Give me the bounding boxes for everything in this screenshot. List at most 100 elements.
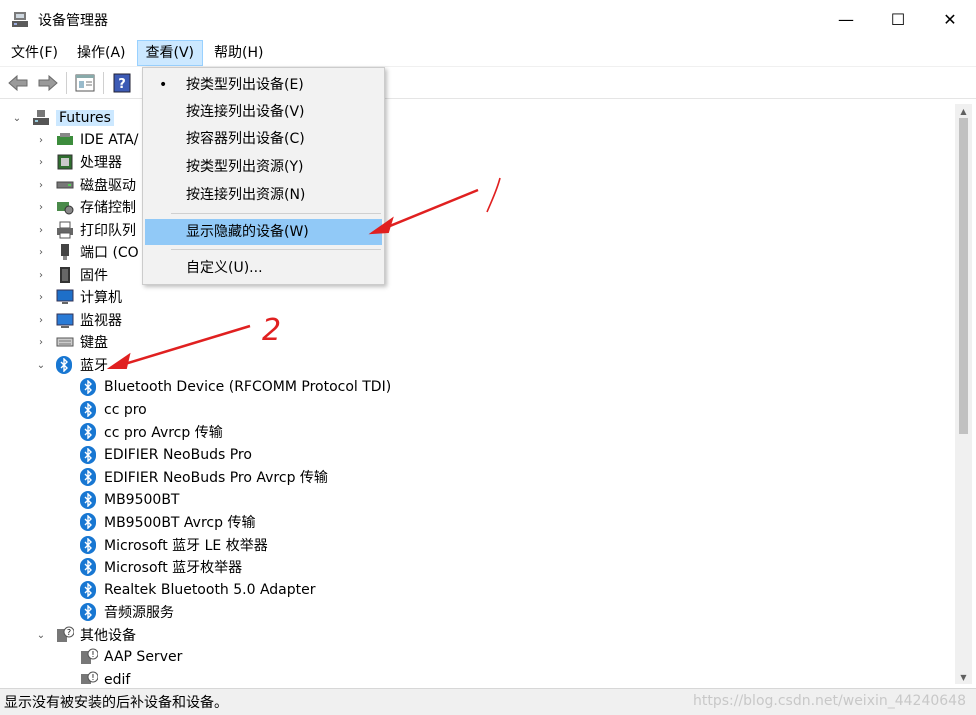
bluetooth-icon xyxy=(80,468,96,486)
toolbar-separator xyxy=(103,71,104,94)
chevron-down-icon[interactable]: ⌄ xyxy=(34,628,48,642)
svg-text:?: ? xyxy=(118,77,126,92)
tree-item-label: IDE ATA/ xyxy=(80,132,139,148)
chevron-right-icon[interactable]: › xyxy=(34,335,48,349)
tree-item-label: 端口 (CO xyxy=(80,245,139,261)
tree-item-storage[interactable]: › 存储控制 xyxy=(34,196,136,218)
tree-item-monitor[interactable]: › 监视器 xyxy=(34,309,122,331)
toolbar-separator xyxy=(66,71,67,94)
processor-icon xyxy=(56,153,74,171)
tree-root[interactable]: ⌄ Futures xyxy=(10,107,114,129)
menu-item-label: 自定义(U)... xyxy=(186,260,263,276)
tree-item-label: 磁盘驱动 xyxy=(80,178,136,194)
help-icon: ? xyxy=(113,73,131,92)
close-button[interactable]: ✕ xyxy=(924,0,976,39)
svg-text:!: ! xyxy=(91,650,94,659)
vertical-scrollbar[interactable]: ▲ ▼ xyxy=(955,104,972,684)
bluetooth-device-item[interactable]: Realtek Bluetooth 5.0 Adapter xyxy=(80,579,316,601)
back-arrow-icon xyxy=(8,74,28,91)
tree-item-processor[interactable]: › 处理器 xyxy=(34,151,122,173)
tree-item-disk[interactable]: › 磁盘驱动 xyxy=(34,174,136,196)
back-button[interactable] xyxy=(6,71,30,95)
help-button[interactable]: ? xyxy=(110,71,134,95)
other-device-item[interactable]: ! AAP Server xyxy=(80,646,182,668)
device-label: EDIFIER NeoBuds Pro xyxy=(104,447,252,463)
tree-item-label: 键盘 xyxy=(80,335,108,351)
bluetooth-device-item[interactable]: cc pro Avrcp 传输 xyxy=(80,421,223,443)
bluetooth-icon xyxy=(56,356,72,374)
selected-bullet-icon: • xyxy=(159,77,168,93)
unknown-device-icon: ! xyxy=(80,648,99,666)
forward-button[interactable] xyxy=(36,71,60,95)
maximize-button[interactable]: ☐ xyxy=(872,0,924,39)
menu-separator xyxy=(171,249,381,250)
chevron-right-icon[interactable]: › xyxy=(34,268,48,282)
window-title: 设备管理器 xyxy=(38,12,108,29)
bluetooth-device-item[interactable]: Bluetooth Device (RFCOMM Protocol TDI) xyxy=(80,376,391,398)
bluetooth-device-item[interactable]: EDIFIER NeoBuds Pro Avrcp 传输 xyxy=(80,466,328,488)
menu-item-label: 按容器列出设备(C) xyxy=(186,131,305,147)
menu-item-resources-by-type[interactable]: 按类型列出资源(Y) xyxy=(145,154,382,180)
bluetooth-device-item[interactable]: MB9500BT Avrcp 传输 xyxy=(80,511,255,533)
menu-view[interactable]: 查看(V) xyxy=(136,39,204,66)
chevron-right-icon[interactable]: › xyxy=(34,200,48,214)
menu-item-customize[interactable]: 自定义(U)... xyxy=(145,255,382,281)
menu-item-label: 按连接列出资源(N) xyxy=(186,187,306,203)
bluetooth-device-item[interactable]: 音频源服务 xyxy=(80,601,174,623)
bluetooth-device-item[interactable]: cc pro xyxy=(80,399,147,421)
tree-item-label: 监视器 xyxy=(80,313,122,329)
menu-item-resources-by-connection[interactable]: 按连接列出资源(N) xyxy=(145,182,382,208)
chevron-right-icon[interactable]: › xyxy=(34,155,48,169)
device-label: MB9500BT xyxy=(104,492,180,508)
chevron-right-icon[interactable]: › xyxy=(34,223,48,237)
chevron-down-icon[interactable]: ⌄ xyxy=(34,358,48,372)
chevron-right-icon[interactable]: › xyxy=(34,313,48,327)
firmware-icon xyxy=(56,266,74,284)
svg-text:?: ? xyxy=(67,628,71,637)
scroll-thumb[interactable] xyxy=(959,118,968,434)
tree-item-ide[interactable]: › IDE ATA/ xyxy=(34,129,138,151)
menu-item-by-type[interactable]: • 按类型列出设备(E) xyxy=(145,72,382,98)
menu-file[interactable]: 文件(F) xyxy=(3,40,66,66)
menu-help[interactable]: 帮助(H) xyxy=(206,40,271,66)
tree-item-other-devices[interactable]: ⌄ ? 其他设备 xyxy=(34,624,136,646)
bluetooth-icon xyxy=(80,423,96,441)
menu-item-label: 按类型列出资源(Y) xyxy=(186,159,304,175)
title-bar: 设备管理器 — ☐ ✕ xyxy=(0,0,976,39)
device-label: Microsoft 蓝牙枚举器 xyxy=(104,560,243,576)
tree-item-computer[interactable]: › 计算机 xyxy=(34,286,122,308)
minimize-button[interactable]: — xyxy=(820,0,872,39)
menu-bar: 文件(F) 操作(A) 查看(V) 帮助(H) xyxy=(0,39,976,67)
device-manager-icon xyxy=(10,10,30,30)
menu-action[interactable]: 操作(A) xyxy=(69,40,134,66)
chevron-right-icon[interactable]: › xyxy=(34,133,48,147)
bluetooth-icon xyxy=(80,513,96,531)
scroll-up-arrow-icon[interactable]: ▲ xyxy=(955,104,972,118)
keyboard-icon xyxy=(56,333,74,351)
bluetooth-device-item[interactable]: Microsoft 蓝牙 LE 枚举器 xyxy=(80,534,268,556)
bluetooth-device-item[interactable]: Microsoft 蓝牙枚举器 xyxy=(80,556,242,578)
chevron-right-icon[interactable]: › xyxy=(34,290,48,304)
tree-item-bluetooth[interactable]: ⌄ 蓝牙 xyxy=(34,354,108,376)
tree-item-ports[interactable]: › 端口 (CO xyxy=(34,241,139,263)
bluetooth-icon xyxy=(80,536,96,554)
view-menu-dropdown: • 按类型列出设备(E) 按连接列出设备(V) 按容器列出设备(C) 按类型列出… xyxy=(142,67,385,285)
properties-button[interactable] xyxy=(73,71,97,95)
menu-item-show-hidden-devices[interactable]: 显示隐藏的设备(W) xyxy=(145,219,382,245)
device-label: AAP Server xyxy=(104,649,183,665)
disk-drive-icon xyxy=(56,176,74,194)
chevron-right-icon[interactable]: › xyxy=(34,178,48,192)
scroll-down-arrow-icon[interactable]: ▼ xyxy=(955,670,972,684)
menu-item-by-container[interactable]: 按容器列出设备(C) xyxy=(145,126,382,152)
bluetooth-device-item[interactable]: EDIFIER NeoBuds Pro xyxy=(80,444,252,466)
bluetooth-icon xyxy=(80,581,96,599)
tree-item-firmware[interactable]: › 固件 xyxy=(34,264,108,286)
chevron-down-icon[interactable]: ⌄ xyxy=(10,111,24,125)
other-device-item[interactable]: ! edif xyxy=(80,669,130,684)
tree-item-print-queue[interactable]: › 打印队列 xyxy=(34,219,136,241)
menu-separator xyxy=(171,213,381,214)
chevron-right-icon[interactable]: › xyxy=(34,245,48,259)
tree-item-keyboard[interactable]: › 键盘 xyxy=(34,331,108,353)
bluetooth-device-item[interactable]: MB9500BT xyxy=(80,489,179,511)
menu-item-by-connection[interactable]: 按连接列出设备(V) xyxy=(145,99,382,125)
